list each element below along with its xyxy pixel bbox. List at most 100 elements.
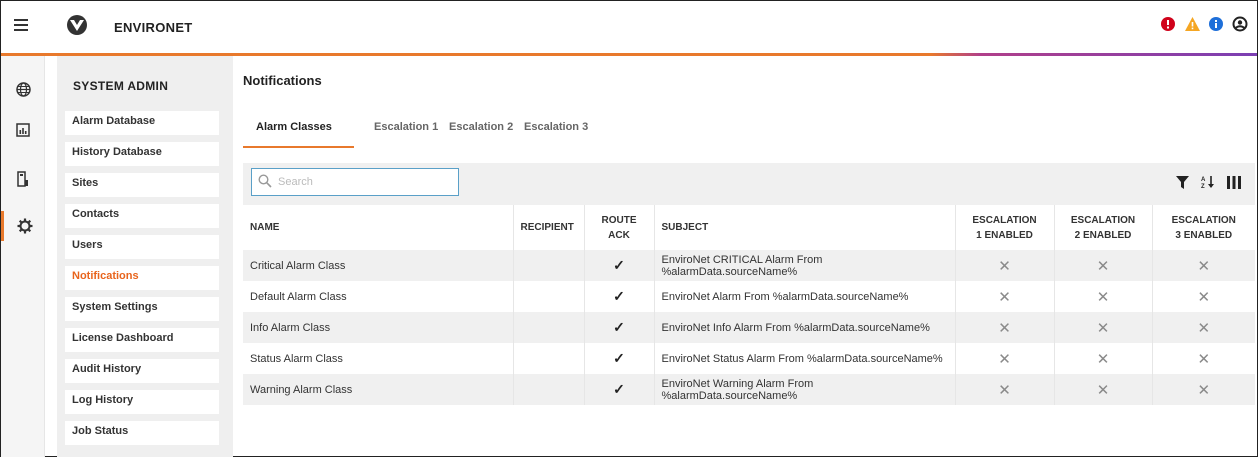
column-header-recipient[interactable]: RECIPIENT <box>513 205 585 250</box>
tab-alarm-classes[interactable]: Alarm Classes <box>256 121 332 133</box>
column-header-label: ESCALATION 3 ENABLED <box>1171 214 1236 241</box>
search-icon <box>258 174 272 193</box>
sidebar-item-contacts[interactable]: Contacts <box>65 204 219 228</box>
x-mark-icon: ✕ <box>1096 319 1110 337</box>
top-bar: ENVIRONET <box>1 1 1257 56</box>
grid-toolbar: AZ <box>243 163 1255 205</box>
cell-subject: EnviroNet Warning Alarm From %alarmData.… <box>654 374 956 405</box>
sidebar-item-job-status[interactable]: Job Status <box>65 421 219 445</box>
report-chart-icon[interactable] <box>1 115 45 145</box>
x-mark-icon: ✕ <box>998 350 1011 368</box>
x-mark-icon: ✕ <box>998 288 1011 306</box>
cell-name: Status Alarm Class <box>243 343 514 374</box>
sidebar-item-log-history[interactable]: Log History <box>65 390 219 414</box>
checkmark-icon: ✓ <box>613 381 625 397</box>
page-title: Notifications <box>243 73 322 88</box>
brand-logo <box>65 14 89 36</box>
table-row[interactable]: Default Alarm Class ✓ EnviroNet Alarm Fr… <box>243 281 1255 312</box>
alarm-classes-table: NAME RECIPIENT ROUTE ACK SUBJECT ESCALAT… <box>243 205 1255 405</box>
cell-name: Default Alarm Class <box>243 281 514 312</box>
info-alert-icon[interactable] <box>1207 15 1225 33</box>
filter-icon[interactable] <box>1176 175 1189 194</box>
svg-text:Z: Z <box>1201 184 1205 189</box>
column-header-escalation-3[interactable]: ESCALATION 3 ENABLED <box>1152 205 1255 250</box>
checkmark-icon: ✓ <box>613 319 625 335</box>
critical-alert-icon[interactable] <box>1159 15 1177 33</box>
x-mark-icon: ✕ <box>998 381 1011 399</box>
cell-recipient <box>513 343 585 374</box>
search-box <box>251 168 459 196</box>
cell-escalation-3: ✕ <box>1152 374 1255 405</box>
warning-alert-icon[interactable] <box>1183 15 1201 33</box>
sidebar-item-system-settings[interactable]: System Settings <box>65 297 219 321</box>
cell-escalation-3: ✕ <box>1152 343 1255 374</box>
table-row[interactable]: Status Alarm Class ✓ EnviroNet Status Al… <box>243 343 1255 374</box>
cell-subject: EnviroNet CRITICAL Alarm From %alarmData… <box>654 250 956 281</box>
x-mark-icon: ✕ <box>1197 381 1211 399</box>
cell-subject: EnviroNet Info Alarm From %alarmData.sou… <box>654 312 956 343</box>
sidebar-item-sites[interactable]: Sites <box>65 173 219 197</box>
active-tab-indicator <box>243 146 354 148</box>
sidebar-item-audit-history[interactable]: Audit History <box>65 359 219 383</box>
column-header-label: RECIPIENT <box>520 222 574 233</box>
globe-icon[interactable] <box>1 74 45 104</box>
sort-icon[interactable]: AZ <box>1201 175 1215 194</box>
tab-escalation-1[interactable]: Escalation 1 <box>374 121 438 133</box>
cell-subject: EnviroNet Alarm From %alarmData.sourceNa… <box>654 281 956 312</box>
toolbar-icons: AZ <box>1176 175 1241 194</box>
sidebar-item-license-dashboard[interactable]: License Dashboard <box>65 328 219 352</box>
cell-escalation-2: ✕ <box>1054 343 1153 374</box>
column-header-route-ack[interactable]: ROUTE ACK <box>584 205 655 250</box>
sidebar-item-users[interactable]: Users <box>65 235 219 259</box>
sidebar-item-history-database[interactable]: History Database <box>65 142 219 166</box>
cell-recipient <box>513 281 585 312</box>
gear-icon[interactable] <box>1 211 45 241</box>
column-header-escalation-1[interactable]: ESCALATION 1 ENABLED <box>955 205 1055 250</box>
notification-tabs: Alarm Classes Escalation 1 Escalation 2 … <box>243 113 643 149</box>
column-header-subject[interactable]: SUBJECT <box>654 205 956 250</box>
table-row[interactable]: Critical Alarm Class ✓ EnviroNet CRITICA… <box>243 250 1255 281</box>
cell-route-ack: ✓ <box>584 312 655 343</box>
tab-escalation-3[interactable]: Escalation 3 <box>524 121 588 133</box>
column-header-label: ESCALATION 1 ENABLED <box>972 214 1037 241</box>
cell-escalation-2: ✕ <box>1054 250 1153 281</box>
x-mark-icon: ✕ <box>1197 350 1211 368</box>
cell-escalation-1: ✕ <box>955 343 1055 374</box>
checkmark-icon: ✓ <box>613 288 625 304</box>
x-mark-icon: ✕ <box>1096 257 1110 275</box>
column-header-name[interactable]: NAME <box>243 205 514 250</box>
cell-name: Warning Alarm Class <box>243 374 514 405</box>
table-row[interactable]: Warning Alarm Class ✓ EnviroNet Warning … <box>243 374 1255 405</box>
cell-escalation-3: ✕ <box>1152 312 1255 343</box>
device-icon[interactable] <box>1 164 45 194</box>
cell-name: Info Alarm Class <box>243 312 514 343</box>
x-mark-icon: ✕ <box>1096 381 1110 399</box>
x-mark-icon: ✕ <box>1197 319 1211 337</box>
cell-escalation-2: ✕ <box>1054 374 1153 405</box>
checkmark-icon: ✓ <box>613 257 625 273</box>
columns-icon[interactable] <box>1227 175 1241 194</box>
cell-escalation-1: ✕ <box>955 312 1055 343</box>
cell-escalation-1: ✕ <box>955 250 1055 281</box>
search-input[interactable] <box>278 173 448 191</box>
sidebar-item-notifications[interactable]: Notifications <box>65 266 219 290</box>
column-header-escalation-2[interactable]: ESCALATION 2 ENABLED <box>1054 205 1153 250</box>
checkmark-icon: ✓ <box>613 350 625 366</box>
left-rail <box>1 56 45 457</box>
x-mark-icon: ✕ <box>1197 257 1211 275</box>
column-header-label: ROUTE ACK <box>601 214 637 241</box>
cell-escalation-2: ✕ <box>1054 312 1153 343</box>
table-header-row: NAME RECIPIENT ROUTE ACK SUBJECT ESCALAT… <box>243 205 1255 250</box>
tab-escalation-2[interactable]: Escalation 2 <box>449 121 513 133</box>
x-mark-icon: ✕ <box>1096 288 1110 306</box>
cell-escalation-3: ✕ <box>1152 250 1255 281</box>
x-mark-icon: ✕ <box>998 319 1011 337</box>
table-row[interactable]: Info Alarm Class ✓ EnviroNet Info Alarm … <box>243 312 1255 343</box>
user-account-icon[interactable] <box>1231 15 1249 33</box>
hamburger-menu-icon[interactable] <box>14 19 28 31</box>
cell-escalation-2: ✕ <box>1054 281 1153 312</box>
x-mark-icon: ✕ <box>1096 350 1110 368</box>
sidebar-item-alarm-database[interactable]: Alarm Database <box>65 111 219 135</box>
x-mark-icon: ✕ <box>1197 288 1211 306</box>
cell-route-ack: ✓ <box>584 250 655 281</box>
